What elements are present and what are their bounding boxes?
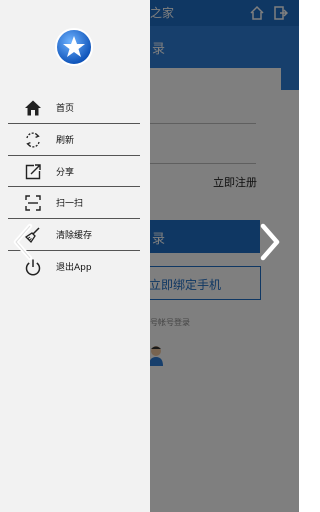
menu-item-share[interactable]: 分享: [8, 156, 140, 187]
menu-item-label: 退出App: [56, 263, 92, 273]
menu-item-label: 首页: [56, 104, 75, 114]
menu-item-label: 扫一扫: [56, 199, 84, 209]
menu-item-label: 刷新: [56, 136, 75, 146]
menu-item-label: 分享: [56, 168, 75, 178]
star-logo-icon: [55, 28, 93, 66]
refresh-icon: [26, 132, 40, 148]
home-icon: [25, 100, 41, 116]
scan-icon: [25, 195, 41, 211]
menu-item-home[interactable]: 首页: [8, 92, 140, 123]
menu-item-label: 清除缓存: [56, 231, 93, 241]
chevron-left-icon[interactable]: [10, 222, 36, 262]
menu-item-scan[interactable]: 扫一扫: [8, 187, 140, 218]
share-icon: [25, 164, 41, 180]
chevron-right-icon[interactable]: [257, 222, 283, 262]
menu-item-refresh[interactable]: 刷新: [8, 124, 140, 155]
